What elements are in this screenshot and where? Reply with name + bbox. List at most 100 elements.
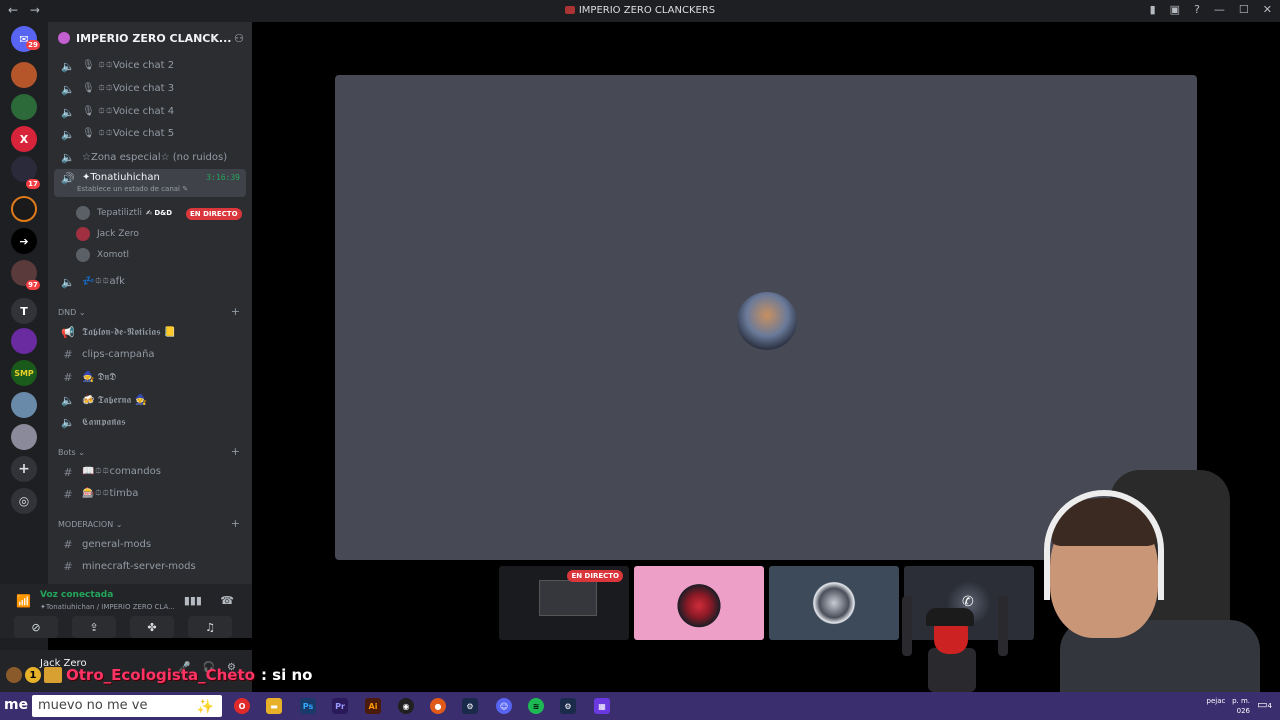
- obs-icon[interactable]: ◉: [398, 698, 414, 714]
- hash-icon: #: [63, 370, 73, 384]
- channel-status-prompt[interactable]: Establece un estado de canal ✎: [77, 185, 188, 193]
- voice-user-tepatiliztli[interactable]: Tepatiliztli ✍ D&D: [76, 203, 172, 223]
- category-dnd[interactable]: DND ⌄: [58, 308, 86, 317]
- illustrator-icon[interactable]: Ai: [365, 698, 381, 714]
- folder-badge: 17: [26, 179, 40, 189]
- live-badge: EN DIRECTO: [186, 208, 242, 220]
- close-icon[interactable]: ✕: [1263, 3, 1272, 16]
- add-channel-icon[interactable]: +: [231, 305, 240, 318]
- channel-label: 🍻 𝕿𝖆𝖇𝖊𝖗𝖓𝖆 🧙: [82, 394, 147, 406]
- channel-label: ✦Tonatiuhichan: [82, 172, 160, 183]
- start-button[interactable]: me: [4, 697, 28, 713]
- discover-icon[interactable]: ◎: [11, 488, 37, 514]
- server-icon-7[interactable]: [11, 328, 37, 354]
- signal-icon[interactable]: 📶: [16, 594, 31, 608]
- steam-icon-2[interactable]: ⚙: [560, 698, 576, 714]
- voice-user-xomotl[interactable]: Xomotl: [76, 245, 129, 265]
- add-channel-icon[interactable]: +: [231, 517, 240, 530]
- window-title-text: IMPERIO ZERO CLANCKERS: [578, 5, 716, 16]
- system-tray[interactable]: pejac p. m. 026: [1207, 696, 1250, 716]
- category-moderacion[interactable]: MODERACION ⌄: [58, 520, 122, 529]
- hash-icon: #: [63, 465, 73, 479]
- camera-off-button[interactable]: ⊘: [14, 616, 58, 638]
- server-icon-3[interactable]: X: [11, 126, 37, 152]
- channel-voice-chat-3[interactable]: 🔈 🎙 ⯐⯐Voice chat 3: [54, 79, 246, 99]
- help-icon[interactable]: ?: [1194, 3, 1200, 16]
- channel-zona-especial[interactable]: 🔈 ☆Zona especial☆ (no ruidos): [54, 147, 246, 167]
- share-screen-button[interactable]: ⇪: [72, 616, 116, 638]
- tray-text: pejac: [1206, 697, 1226, 705]
- window-controls: ▮ ▣ ? — ☐ ✕: [1150, 3, 1272, 16]
- participant-thumbnail-2[interactable]: [634, 566, 764, 640]
- taskbar-search[interactable]: muevo no me ve ✨: [32, 695, 222, 717]
- voice-location[interactable]: ✦Tonatiuhichan / IMPERIO ZERO CLA...: [40, 603, 175, 611]
- figurine-body: [928, 648, 976, 692]
- file-explorer-icon[interactable]: ▬: [266, 698, 282, 714]
- server-header[interactable]: IMPERIO ZERO CLANCK... ⌄ ⚇: [48, 22, 252, 54]
- category-bots[interactable]: Bots ⌄: [58, 448, 85, 457]
- add-channel-icon[interactable]: +: [231, 445, 240, 458]
- disconnect-icon[interactable]: ☎: [220, 594, 234, 607]
- sparkle-icon: ✨: [196, 699, 214, 715]
- server-icon-letter[interactable]: T: [11, 298, 37, 324]
- server-icon-8[interactable]: SMP: [11, 360, 37, 386]
- add-user-icon[interactable]: ⚇: [234, 32, 244, 45]
- apps-icon[interactable]: ▦: [594, 698, 610, 714]
- channel-taberna[interactable]: 🔈 🍻 𝕿𝖆𝖇𝖊𝖗𝖓𝖆 🧙: [54, 390, 246, 410]
- maximize-icon[interactable]: ☐: [1239, 3, 1249, 16]
- crown-icon: [44, 667, 62, 683]
- chat-username: Otro_Ecologista_Cheto: [66, 666, 255, 684]
- channel-comandos[interactable]: # 📖⯐⯐comandos: [54, 462, 246, 482]
- minimize-icon[interactable]: —: [1214, 3, 1225, 16]
- server-icon-1[interactable]: [11, 62, 37, 88]
- firefox-icon[interactable]: ●: [430, 698, 446, 714]
- channel-afk[interactable]: 🔈 💤⯐⯐afk: [54, 272, 246, 292]
- add-server-icon[interactable]: +: [11, 456, 37, 482]
- voice-status[interactable]: Voz conectada: [40, 590, 113, 600]
- participant-thumbnail-3[interactable]: [769, 566, 899, 640]
- channel-campanas[interactable]: 🔈 𝕮𝖆𝖒𝖕𝖆𝖓̃𝖆𝖘: [54, 412, 246, 432]
- bookmark-icon[interactable]: ▮: [1150, 3, 1156, 16]
- steam-icon[interactable]: ⚙: [462, 698, 478, 714]
- channel-dnd[interactable]: # 🧙 𝕯𝖓𝕯: [54, 367, 246, 387]
- channel-label: clips-campaña: [82, 348, 155, 360]
- noise-suppression-icon[interactable]: ▮▮▮: [184, 594, 202, 607]
- server-icon-10[interactable]: [11, 424, 37, 450]
- channel-tablon-de-noticias[interactable]: 📢 𝕿𝖆𝖇𝖑𝖔𝖓-𝖉𝖊-𝕹𝖔𝖙𝖎𝖈𝖎𝖆𝖘 📒: [54, 322, 246, 342]
- badge-icon: [6, 667, 22, 683]
- voice-user-jack-zero[interactable]: Jack Zero: [76, 224, 139, 244]
- server-icon-5[interactable]: ➔: [11, 228, 37, 254]
- photoshop-icon[interactable]: Ps: [300, 698, 316, 714]
- channel-clips-campana[interactable]: # clips-campaña: [54, 344, 246, 364]
- speaker-icon: 🔈: [61, 393, 75, 407]
- discord-icon[interactable]: ☺: [496, 698, 512, 714]
- channel-voice-chat-2[interactable]: 🔈 🎙 ⯐⯐Voice chat 2: [54, 56, 246, 76]
- channel-minecraft-server-mods[interactable]: # minecraft-server-mods: [54, 556, 246, 576]
- figurine-hat: [926, 608, 974, 626]
- screen-icon[interactable]: ▣: [1170, 3, 1180, 16]
- window-title: IMPERIO ZERO CLANCKERS: [0, 5, 1280, 16]
- channel-tonatiuhichan-active[interactable]: 🔊 ✦Tonatiuhichan 3:16:39 Establece un es…: [54, 169, 246, 197]
- speaker-icon: 🔈: [61, 82, 75, 96]
- avatar: [674, 576, 724, 630]
- activities-button[interactable]: ✤: [130, 616, 174, 638]
- server-boost-icon: [58, 32, 70, 44]
- search-text: muevo no me ve: [38, 698, 148, 713]
- server-icon-4[interactable]: [11, 196, 37, 222]
- server-icon-2[interactable]: [11, 94, 37, 120]
- channel-timba[interactable]: # 🎰⯐⯐timba: [54, 484, 246, 504]
- premiere-icon[interactable]: Pr: [332, 698, 348, 714]
- figurine-arm: [902, 596, 912, 656]
- spotify-icon[interactable]: ≋: [528, 698, 544, 714]
- channel-voice-chat-5[interactable]: 🔈 🎙 ⯐⯐Voice chat 5: [54, 124, 246, 144]
- channel-general-mods[interactable]: # general-mods: [54, 534, 246, 554]
- server-icon-9[interactable]: [11, 392, 37, 418]
- dm-badge: 29: [26, 40, 40, 50]
- stream-thumbnail[interactable]: EN DIRECTO: [499, 566, 629, 640]
- channel-voice-chat-4[interactable]: 🔈 🎙 ⯐⯐Voice chat 4: [54, 102, 246, 122]
- notification-icon[interactable]: ▭4: [1257, 698, 1272, 711]
- hash-icon: #: [63, 559, 73, 573]
- voice-user-name: Tepatiliztli: [97, 208, 143, 218]
- soundboard-button[interactable]: ♫: [188, 616, 232, 638]
- opera-icon[interactable]: O: [234, 698, 250, 714]
